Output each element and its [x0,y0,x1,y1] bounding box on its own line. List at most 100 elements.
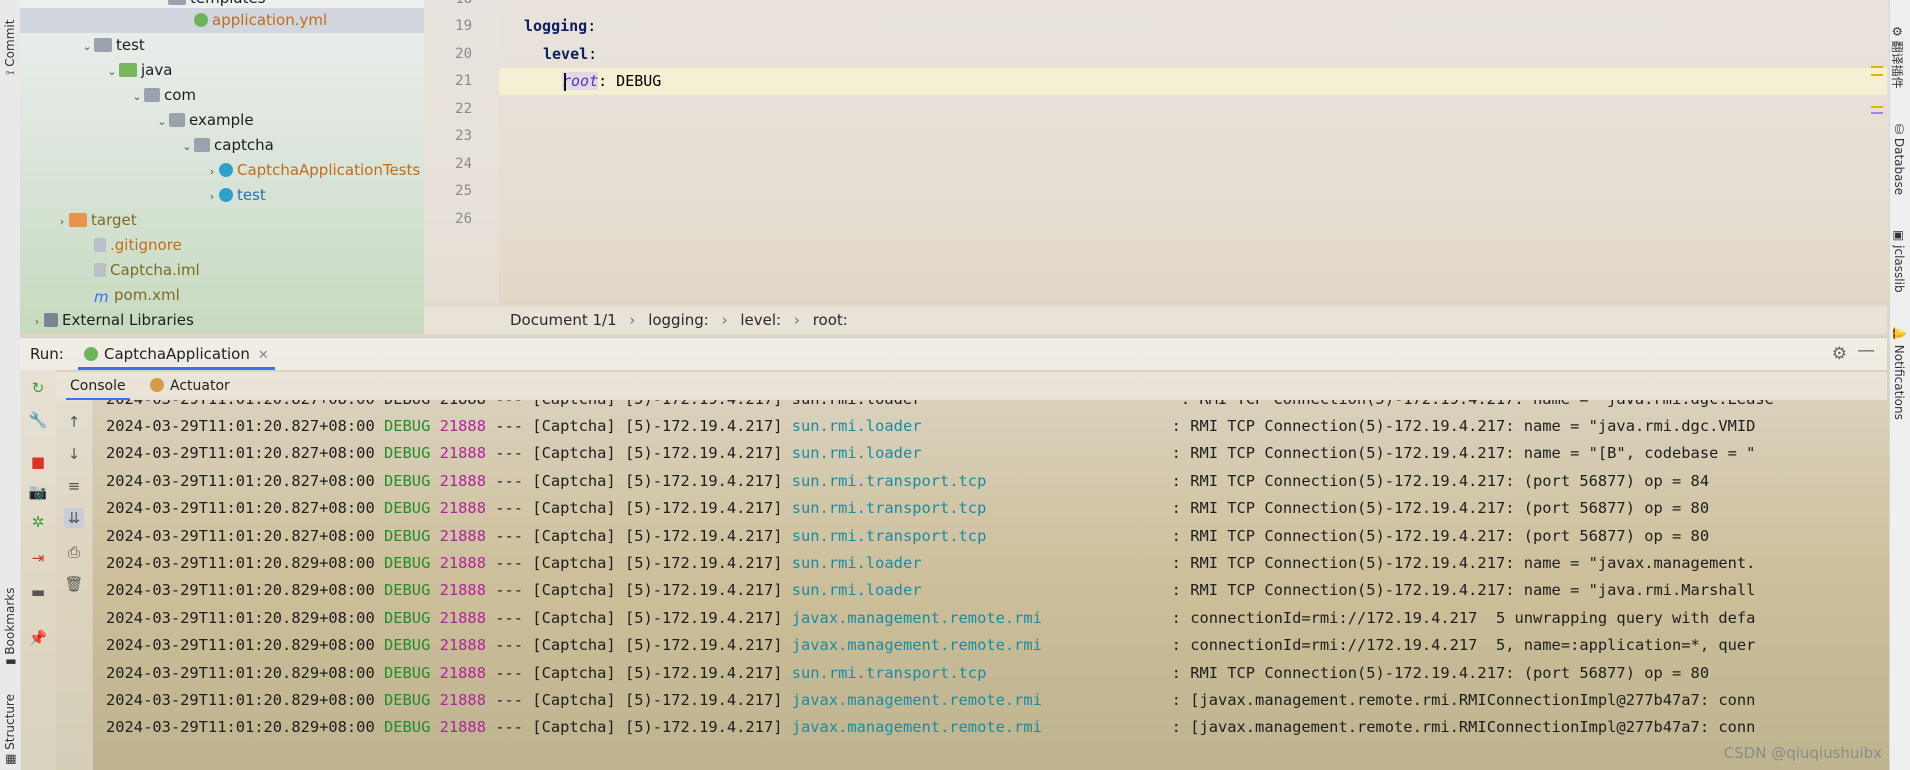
chevron-right-icon[interactable]: › [205,159,219,184]
log-thread: --- [Captcha] [5)-172.19.4.217] [485,417,792,435]
soft-wrap-icon[interactable]: ≡ [64,476,84,496]
tree-item[interactable]: ⌄ com [20,83,196,108]
log-line: 2024-03-29T11:01:20.827+08:00 DEBUG 2188… [106,523,1709,550]
pin-icon[interactable]: 📌 [28,628,48,648]
tree-item-label: application.yml [212,11,328,29]
minimize-icon[interactable]: — [1857,340,1875,361]
stripe-mark[interactable] [1871,112,1883,114]
jclasslib-tool-tab[interactable]: ▣ jclasslib [1892,230,1906,293]
tree-item-label: captcha [214,136,274,154]
tree-item[interactable]: application.yml [20,8,424,33]
arrow-down-icon[interactable]: ↓ [64,444,84,464]
log-pid: 21888 [439,499,486,518]
tree-item[interactable]: Captcha.iml [20,258,200,283]
log-logger: sun.rmi.loader [791,581,1163,600]
tree-item[interactable]: .gitignore [20,233,182,258]
line-number: 26 [455,210,472,227]
breadcrumb-item[interactable]: root: [813,311,848,329]
arrow-up-icon[interactable]: ↑ [64,412,84,432]
structure-tool-tab[interactable]: ▦ Structure [3,694,17,765]
package-icon [144,88,160,102]
line-number: 23 [455,128,472,144]
breadcrumb-item[interactable]: logging: [648,311,709,329]
tab-captcha-application[interactable]: CaptchaApplication ✕ [78,338,275,370]
close-icon[interactable]: ✕ [258,348,269,363]
error-stripe[interactable] [1865,0,1887,303]
notifications-tool-tab[interactable]: 🔔 Notifications [1892,326,1906,420]
log-level: DEBUG [384,581,431,600]
log-ts: 2024-03-29T11:01:20.827+08:00 [106,444,375,463]
tree-item-label: example [189,111,254,129]
tree-item[interactable]: › CaptchaApplicationTests [20,158,420,183]
rerun-icon[interactable]: ↻ [28,378,48,398]
bell-icon: 🔔 [1892,326,1906,345]
code-editor[interactable]: 18 19 logging: 20 level: 21 root: DEBUG 22 23 24… [424,0,1887,303]
tab-actuator[interactable]: Actuator [150,372,230,400]
log-logger: javax.management.remote.rmi [791,608,1163,627]
log-logger: sun.rmi.loader [791,554,1163,572]
log-thread: --- [Captcha] [5)-172.19.4.217] [485,526,792,545]
chevron-right-icon[interactable]: › [205,184,219,209]
file-icon [94,238,106,252]
breadcrumb-item[interactable]: Document 1/1 [510,311,617,329]
stop-icon[interactable]: ■ [28,452,48,472]
wrench-icon[interactable]: 🔧 [28,410,48,430]
yaml-key: root [562,72,599,90]
log-ts: 2024-03-29T11:01:20.829+08:00 [106,663,375,682]
gear-icon[interactable]: ⚙ [1832,344,1847,364]
camera-icon[interactable]: 📷 [28,482,48,502]
tree-item[interactable]: ⌄ test [20,33,144,59]
console-output[interactable]: 2024-03-29T11:01:20.827+08:00 DEBUG 2188… [92,400,1887,770]
stripe-mark[interactable] [1871,74,1883,76]
chevron-right-icon[interactable]: › [55,209,69,234]
tree-item[interactable]: m pom.xml [20,283,180,308]
yml-icon [194,13,208,27]
log-msg: : RMI TCP Connection(5)-172.19.4.217: (p… [1162,471,1710,490]
breadcrumb-item[interactable]: level: [740,311,781,329]
exit-icon[interactable]: ⇥ [28,548,48,568]
log-line: 2024-03-29T11:01:20.827+08:00 DEBUG 2188… [106,440,1755,467]
translate-tool-tab[interactable]: ⚙ 翻译插件 [1889,26,1906,89]
scroll-to-end-icon[interactable]: ⇊ [64,508,84,528]
chevron-right-icon: › [721,311,728,329]
chevron-down-icon[interactable]: ⌄ [130,84,144,109]
tree-item[interactable]: ⌄ java [20,58,172,83]
log-thread: --- [Captcha] [5)-172.19.4.217] [485,718,792,737]
stripe-mark[interactable] [1871,66,1883,68]
tree-item[interactable]: › target [20,208,137,233]
breadcrumb: Document 1/1 › logging: › level: › root: [424,306,1887,334]
chevron-down-icon[interactable]: ⌄ [155,109,169,134]
log-pid: 21888 [439,608,486,627]
database-tool-tab[interactable]: ⛁ Database [1892,124,1906,195]
class-icon [219,163,233,177]
tab-console[interactable]: Console [66,372,130,400]
package-icon [194,138,210,152]
line-number: 19 [455,18,472,34]
log-msg: : connectionId=rmi://172.19.4.217 5, nam… [1162,636,1756,655]
commit-tool-tab[interactable]: ⟟ Commit [3,20,18,75]
log-ts: 2024-03-29T11:01:20.829+08:00 [106,608,375,627]
run-label: Run: [30,345,64,363]
chevron-down-icon[interactable]: ⌄ [80,34,94,59]
bookmarks-tool-tab[interactable]: ▮ Bookmarks [3,588,17,665]
tree-item[interactable]: › test [20,183,266,208]
text-caret [564,73,566,91]
print-icon[interactable]: ⎙ [64,542,84,562]
log-pid: 21888 [439,636,486,655]
log-thread: --- [Captcha] [5)-172.19.4.217] [485,471,792,490]
debug-icon[interactable]: ✲ [28,512,48,532]
log-level: DEBUG [384,691,431,709]
chevron-right-icon[interactable]: › [30,309,44,333]
database-icon: ⛁ [1892,124,1906,138]
stripe-mark[interactable] [1871,106,1883,108]
tree-item[interactable]: › External Libraries [20,308,194,333]
tree-item-label: .gitignore [110,236,182,254]
tree-item[interactable]: ⌄ captcha [20,133,274,159]
layout-icon[interactable]: ▬ [28,582,48,602]
chevron-down-icon[interactable]: ⌄ [180,134,194,159]
chevron-down-icon[interactable]: ⌄ [105,59,119,84]
log-msg: : [javax.management.remote.rmi.RMIConnec… [1162,691,1756,709]
trash-icon[interactable]: 🗑 [64,574,84,594]
log-line: 2024-03-29T11:01:20.827+08:00 DEBUG 2188… [106,413,1755,440]
tree-item[interactable]: ⌄ example [20,108,254,134]
